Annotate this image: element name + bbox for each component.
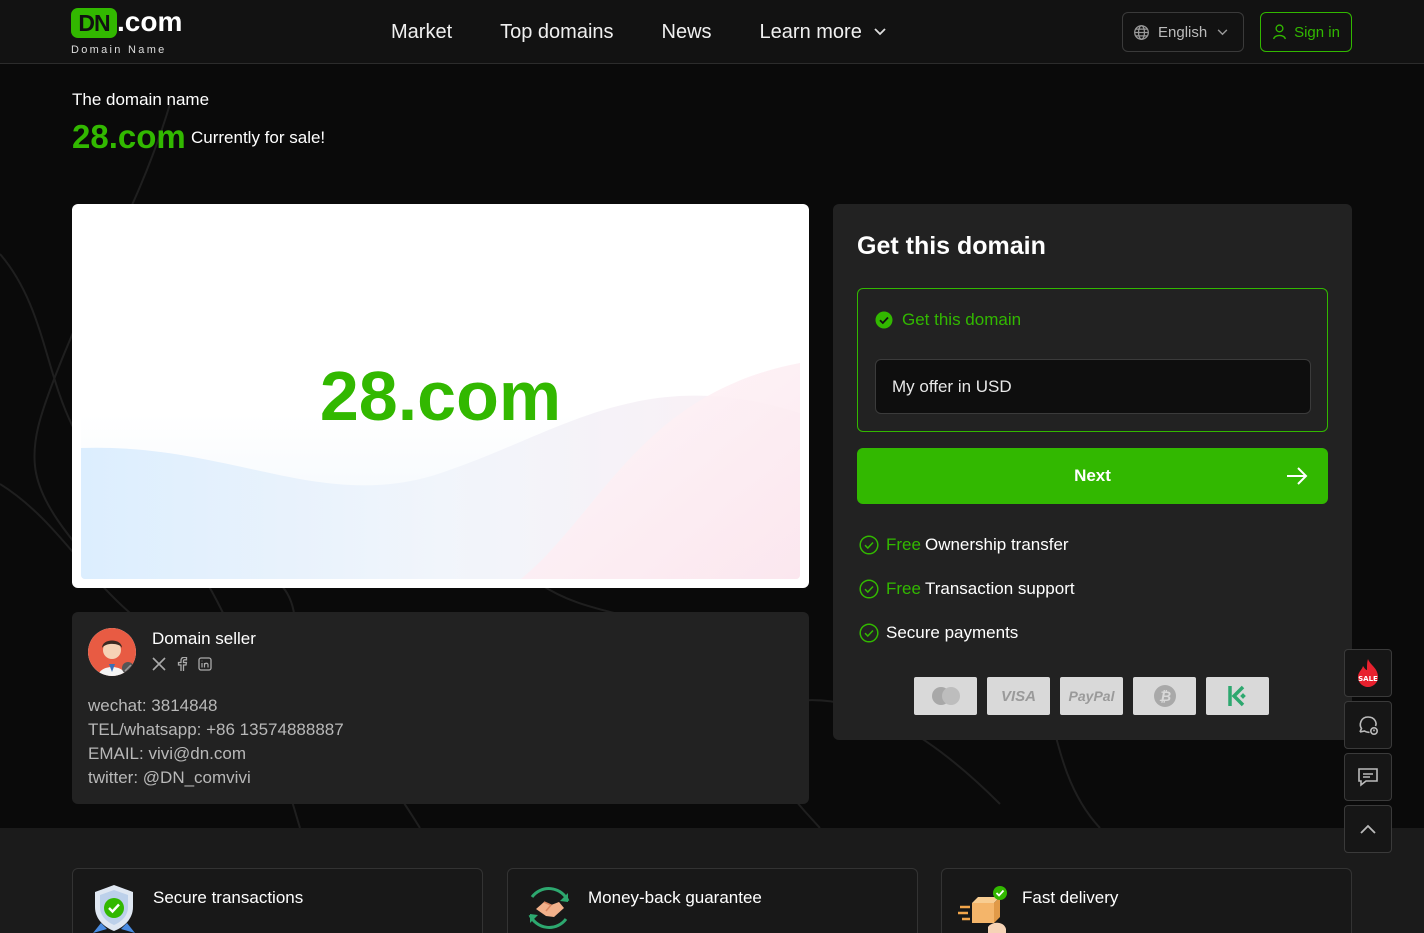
seller-socials: [152, 657, 222, 671]
logo[interactable]: DN .com Domain Name: [71, 6, 191, 58]
domain-preview-card: 28.com: [72, 204, 809, 588]
user-icon: [1273, 24, 1287, 40]
svg-text:SALE: SALE: [1358, 675, 1378, 683]
feature-label: Ownership transfer: [924, 535, 1069, 554]
logo-tagline: Domain Name: [71, 44, 167, 56]
logo-suffix: .com: [117, 6, 183, 37]
seller-wechat: wechat: 3814848: [88, 696, 218, 715]
language-label: English: [1158, 23, 1208, 41]
kucoin-icon: [1206, 677, 1269, 715]
mastercard-icon: [914, 677, 977, 715]
feature-transaction-support: Free Transaction support: [859, 579, 1075, 599]
feature-free-tag: Free: [886, 579, 921, 598]
chat-question-icon: [1359, 716, 1379, 736]
seller-twitter: twitter: @DN_comvivi: [88, 768, 251, 787]
preview-domain-name: 28.com: [319, 357, 562, 435]
seller-title: Domain seller: [152, 629, 256, 648]
svg-text:₿: ₿: [1158, 689, 1170, 705]
nav-news[interactable]: News: [662, 21, 712, 44]
linkedin-icon[interactable]: [198, 657, 212, 671]
sign-in-button[interactable]: Sign in: [1260, 12, 1352, 52]
benefit-title: Money-back guarantee: [588, 888, 762, 907]
check-circle-outline-icon: [859, 579, 879, 599]
language-selector[interactable]: English: [1122, 12, 1244, 52]
sale-button[interactable]: SALE: [1344, 649, 1392, 697]
feature-secure-payments: Secure payments: [859, 623, 1018, 643]
offer-amount-input[interactable]: [875, 359, 1311, 414]
sale-icon: SALE: [1358, 659, 1378, 687]
check-circle-icon: [875, 311, 893, 329]
next-button[interactable]: Next: [857, 448, 1328, 504]
visa-icon: VISA: [987, 677, 1050, 715]
hero-domain: 28.com: [72, 118, 186, 155]
benefit-title: Fast delivery: [1022, 888, 1119, 907]
paypal-icon: PayPal: [1060, 677, 1123, 715]
hero-label: The domain name: [72, 90, 210, 109]
domain-seller-card: Domain seller wechat: 3814848 TEL/whatsa…: [72, 612, 809, 804]
help-chat-button[interactable]: [1344, 701, 1392, 749]
arrow-right-icon: [1287, 467, 1308, 485]
purchase-panel: Get this domain Get this domain Next Fre…: [833, 204, 1352, 740]
offer-option-header[interactable]: Get this domain: [875, 310, 1021, 330]
nav-news-label: News: [661, 20, 712, 43]
next-button-label: Next: [1074, 466, 1111, 485]
benefits-section: Secure transactions Money-back guarantee…: [0, 828, 1424, 933]
seller-contact: wechat: 3814848 TEL/whatsapp: +86 135748…: [88, 694, 344, 790]
seller-avatar: [88, 628, 136, 676]
logo-badge: DN: [71, 8, 117, 38]
benefit-title: Secure transactions: [153, 888, 304, 907]
seller-tel: TEL/whatsapp: +86 13574888887: [88, 720, 344, 739]
feature-free-tag: Free: [886, 535, 921, 554]
offer-option[interactable]: Get this domain: [857, 288, 1328, 432]
facebook-icon[interactable]: [176, 657, 188, 671]
feature-label: Secure payments: [886, 623, 1019, 642]
handshake-icon: [528, 887, 570, 929]
nav-top-domains[interactable]: Top domains: [500, 21, 613, 44]
globe-icon: [1134, 24, 1149, 40]
check-circle-outline-icon: [859, 623, 879, 643]
delivery-box-icon: [958, 886, 1007, 933]
panel-title: Get this domain: [857, 232, 1046, 260]
nav-market[interactable]: Market: [391, 21, 452, 44]
message-icon: [1358, 768, 1378, 787]
feature-label: Transaction support: [924, 579, 1075, 598]
nav-top-domains-label: Top domains: [500, 20, 614, 43]
shield-check-icon: [93, 885, 135, 933]
seller-email: EMAIL: vivi@dn.com: [88, 744, 247, 763]
chevron-down-icon: [1217, 28, 1228, 35]
feature-ownership-transfer: Free Ownership transfer: [859, 535, 1069, 555]
chevron-up-icon: [1360, 824, 1376, 834]
message-button[interactable]: [1344, 753, 1392, 801]
nav-market-label: Market: [391, 20, 453, 43]
site-header: DN .com Domain Name Market Top domains N…: [0, 0, 1424, 64]
benefit-fast-delivery: Fast delivery: [941, 868, 1352, 933]
benefit-money-back: Money-back guarantee: [507, 868, 918, 933]
main-nav: Market Top domains News Learn more: [391, 0, 934, 64]
back-to-top-button[interactable]: [1344, 805, 1392, 853]
chevron-down-icon: [874, 28, 886, 36]
offer-option-label: Get this domain: [902, 310, 1022, 329]
bitcoin-icon: ₿: [1133, 677, 1196, 715]
sign-in-label: Sign in: [1294, 23, 1340, 41]
hero-status: Currently for sale!: [191, 128, 326, 147]
nav-learn-more[interactable]: Learn more: [760, 21, 886, 44]
nav-learn-more-label: Learn more: [759, 20, 862, 43]
payment-methods: VISA PayPal ₿: [914, 677, 1279, 715]
check-circle-outline-icon: [859, 535, 879, 555]
benefit-secure-transactions: Secure transactions: [72, 868, 483, 933]
x-icon[interactable]: [152, 657, 166, 671]
